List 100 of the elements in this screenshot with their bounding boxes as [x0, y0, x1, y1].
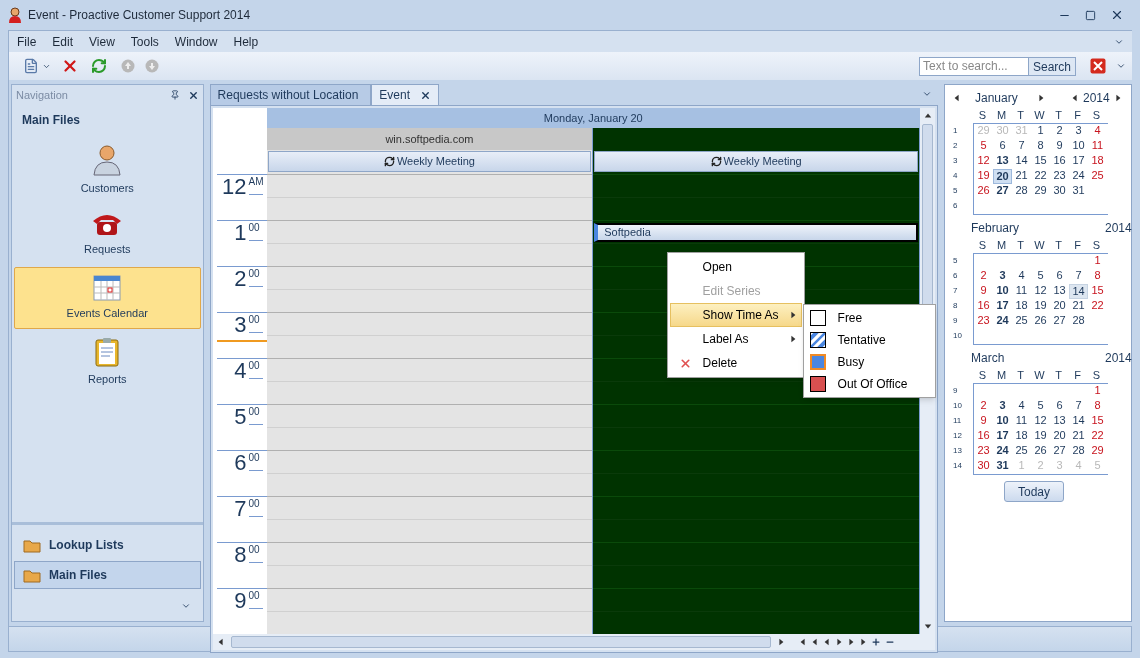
calendar-day[interactable]: 13	[993, 154, 1012, 169]
calendar-day[interactable]: 24	[993, 314, 1012, 329]
calendar-day[interactable]: 21	[1069, 429, 1088, 444]
calendar-day[interactable]: 26	[974, 184, 993, 199]
submenu-item[interactable]: Free	[803, 307, 935, 329]
context-menu-item[interactable]: Label As	[669, 327, 802, 351]
calendar-day[interactable]: 1	[1031, 124, 1050, 139]
calendar-day[interactable]: 30	[974, 459, 993, 474]
today-button[interactable]: Today	[1004, 481, 1064, 502]
calendar-day[interactable]: 7	[1012, 139, 1031, 154]
calendar-day[interactable]: 5	[974, 139, 993, 154]
calendar-day[interactable]: 31	[993, 459, 1012, 474]
calendar-day[interactable]: 7	[1069, 399, 1088, 414]
calendar-day[interactable]: 13	[1050, 284, 1069, 299]
document-tab[interactable]: Requests without Location	[209, 84, 372, 105]
close-icon[interactable]	[1110, 8, 1124, 22]
calendar-day[interactable]: 20	[1050, 429, 1069, 444]
calendar-day[interactable]: 11	[1012, 284, 1031, 299]
calendar-day[interactable]: 19	[1031, 429, 1050, 444]
calendar-day[interactable]: 4	[1088, 124, 1107, 139]
menu-item[interactable]: Tools	[122, 32, 167, 51]
add-icon[interactable]	[870, 637, 881, 647]
calendar-day[interactable]: 9	[974, 414, 993, 429]
refresh-icon[interactable]	[91, 58, 107, 74]
navigation-item[interactable]: Reports	[14, 331, 201, 393]
calendar-day[interactable]: 25	[1088, 169, 1107, 184]
calendar-day[interactable]: 3	[993, 269, 1012, 284]
calendar-day[interactable]: 28	[1012, 184, 1031, 199]
calendar-day[interactable]: 31	[1069, 184, 1088, 199]
menu-item[interactable]: Edit	[44, 32, 82, 51]
scroll-down-icon[interactable]	[923, 622, 932, 630]
calendar-day[interactable]: 29	[1088, 444, 1107, 459]
calendar-day[interactable]: 10	[1069, 139, 1088, 154]
calendar-day[interactable]: 8	[1088, 269, 1107, 284]
calendar-day[interactable]: 14	[1069, 414, 1088, 429]
next-page-icon[interactable]	[846, 638, 855, 646]
appointment[interactable]: Softpedia	[594, 223, 918, 242]
calendar-day[interactable]: 20	[1050, 299, 1069, 314]
calendar-day[interactable]: 6	[1050, 269, 1069, 284]
calendar-day[interactable]: 29	[1031, 184, 1050, 199]
tab-list-caret-icon[interactable]	[922, 89, 932, 99]
calendar-day[interactable]: 22	[1088, 429, 1107, 444]
calendar-day[interactable]: 3	[993, 399, 1012, 414]
calendar-day[interactable]: 26	[1031, 444, 1050, 459]
menu-item[interactable]: View	[81, 32, 123, 51]
calendar-day[interactable]: 11	[1012, 414, 1031, 429]
calendar-day[interactable]: 25	[1012, 444, 1031, 459]
calendar-day[interactable]: 15	[1088, 414, 1107, 429]
calendar-day[interactable]: 5	[1031, 399, 1050, 414]
calendar-day[interactable]: 16	[1050, 154, 1069, 169]
calendar-day[interactable]: 5	[1031, 269, 1050, 284]
last-icon[interactable]	[858, 638, 867, 646]
navigation-item[interactable]: Customers	[14, 139, 201, 201]
pin-icon[interactable]	[169, 90, 180, 100]
calendar-day[interactable]: 27	[1050, 314, 1069, 329]
next-icon[interactable]	[834, 638, 843, 646]
first-icon[interactable]	[798, 638, 807, 646]
calendar-day[interactable]: 25	[1012, 314, 1031, 329]
calendar-day[interactable]: 21	[1012, 169, 1031, 184]
calendar-day[interactable]: 30	[1050, 184, 1069, 199]
context-menu-item[interactable]: Delete	[669, 351, 802, 375]
submenu-arrow-icon[interactable]	[788, 335, 797, 343]
calendar-day[interactable]: 20	[993, 169, 1012, 184]
menu-item[interactable]: Window	[166, 32, 226, 51]
calendar-day[interactable]: 17	[1069, 154, 1088, 169]
calendar-day[interactable]: 2	[974, 399, 993, 414]
new-document-icon[interactable]	[23, 58, 39, 74]
calendar-day[interactable]: 27	[993, 184, 1012, 199]
calendar-day[interactable]: 23	[1050, 169, 1069, 184]
calendar-day[interactable]: 8	[1031, 139, 1050, 154]
calendar-day[interactable]: 28	[1069, 444, 1088, 459]
calendar-day[interactable]: 18	[1012, 299, 1031, 314]
scroll-left-icon[interactable]	[216, 638, 225, 646]
calendar-day[interactable]: 23	[974, 444, 993, 459]
navigation-item[interactable]: Requests	[14, 203, 201, 265]
calendar-day[interactable]: 24	[993, 444, 1012, 459]
next-month-icon[interactable]	[1037, 94, 1045, 102]
expand-caret-icon[interactable]	[180, 601, 191, 611]
navigation-group[interactable]: Lookup Lists	[14, 531, 201, 559]
calendar-day[interactable]: 6	[993, 139, 1012, 154]
next-year-icon[interactable]	[1113, 94, 1122, 102]
all-day-event[interactable]: Weekly Meeting	[594, 151, 918, 172]
calendar-day[interactable]: 7	[1069, 269, 1088, 284]
submenu-item[interactable]: Out Of Office	[803, 373, 935, 395]
calendar-day[interactable]: 2	[974, 269, 993, 284]
maximize-icon[interactable]	[1085, 9, 1096, 21]
search-field[interactable]: Text to search...	[918, 56, 1029, 76]
context-menu-item[interactable]: Show Time As	[669, 303, 802, 327]
calendar-day[interactable]: 1	[1088, 384, 1107, 399]
calendar-day[interactable]: 4	[1012, 269, 1031, 284]
submenu-item[interactable]: Busy	[803, 351, 935, 373]
calendar-day[interactable]: 26	[1031, 314, 1050, 329]
calendar-day[interactable]: 9	[1050, 139, 1069, 154]
calendar-day[interactable]: 16	[974, 299, 993, 314]
submenu-arrow-icon[interactable]	[788, 311, 797, 319]
horizontal-scrollbar[interactable]	[230, 636, 771, 648]
calendar-day[interactable]: 1	[1088, 254, 1107, 269]
scroll-up-icon[interactable]	[923, 112, 932, 120]
calendar-day[interactable]: 27	[1050, 444, 1069, 459]
close-icon[interactable]	[187, 89, 199, 101]
